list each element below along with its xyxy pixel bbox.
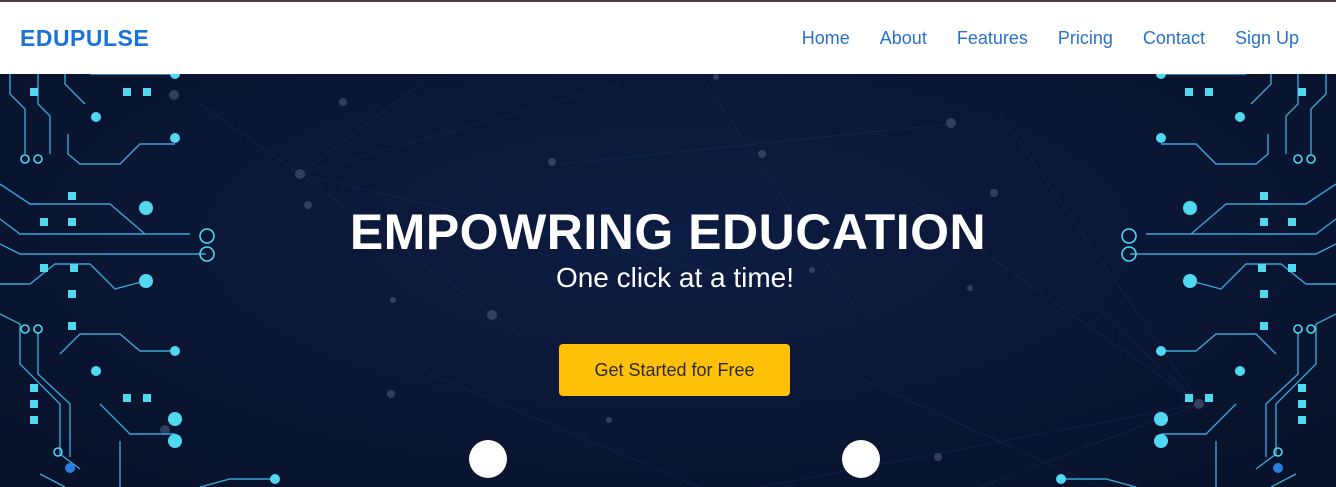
right-circuit-rings	[1121, 154, 1316, 457]
nav-sign-up[interactable]: Sign Up	[1235, 28, 1299, 49]
right-circuit-blue-pad	[1273, 463, 1283, 473]
carousel-dot-left[interactable]	[469, 440, 507, 478]
brand-logo[interactable]: EDUPULSE	[20, 25, 149, 52]
nav-pricing[interactable]: Pricing	[1058, 28, 1113, 49]
hero-title: EMPOWRING EDUCATION	[349, 204, 987, 260]
top-navbar: EDUPULSE Home About Features Pricing Con…	[0, 2, 1336, 74]
main-nav: Home About Features Pricing Contact Sign…	[772, 28, 1299, 49]
get-started-button[interactable]: Get Started for Free	[559, 344, 790, 396]
nav-contact[interactable]: Contact	[1143, 28, 1205, 49]
left-circuit-rings	[20, 154, 215, 457]
nav-home[interactable]: Home	[802, 28, 850, 49]
left-circuit-blue-pad	[65, 463, 75, 473]
hero-section: EMPOWRING EDUCATION One click at a time!…	[0, 74, 1336, 487]
nav-features[interactable]: Features	[957, 28, 1028, 49]
hero-subtitle: One click at a time!	[555, 262, 795, 293]
nav-about[interactable]: About	[880, 28, 927, 49]
carousel-dot-right[interactable]	[842, 440, 880, 478]
